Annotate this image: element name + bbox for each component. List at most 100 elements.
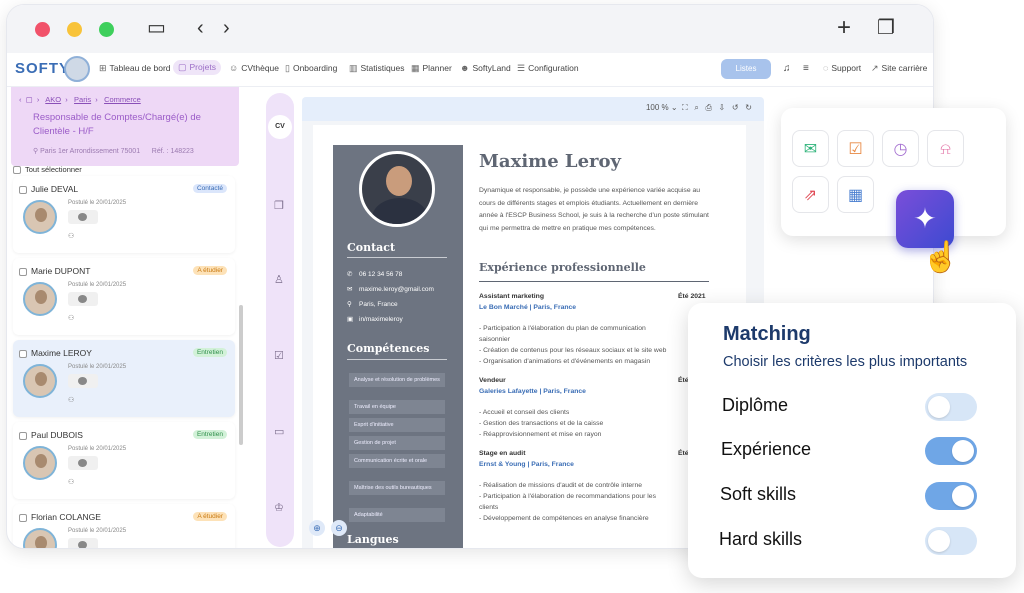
toggle-knob	[928, 530, 950, 552]
job-bullet: - Gestion des transactions et de la cais…	[479, 420, 604, 427]
people-icon[interactable]: ⚇	[68, 478, 74, 486]
checklist-icon[interactable]: ☑	[274, 349, 284, 362]
support-link[interactable]: ◌ Support	[823, 63, 861, 73]
task-icon[interactable]: ☑	[837, 130, 874, 167]
chat-icon: ◌	[823, 63, 829, 73]
top-navbar: SOFTY ⊞ Tableau de bord ▢ Projets ☺ CVthèqu…	[7, 53, 933, 87]
user-icon[interactable]: ♙	[274, 273, 284, 286]
criterion-toggle[interactable]	[925, 482, 977, 510]
people-icon[interactable]: ⚇	[68, 396, 74, 404]
database-icon[interactable]: ≡	[803, 63, 809, 74]
criterion-toggle[interactable]	[925, 527, 977, 555]
zoom-out-icon[interactable]: ⊖	[331, 520, 347, 536]
candidate-checkbox[interactable]	[19, 267, 27, 276]
zoom-in-icon[interactable]: ⊕	[309, 520, 325, 536]
nav-configuration[interactable]: ☰ Configuration	[517, 63, 579, 74]
cv-name: Maxime Leroy	[479, 151, 621, 172]
back-icon[interactable]: ‹	[197, 18, 204, 38]
location-pin-icon: ⚲	[347, 301, 352, 308]
criterion-toggle[interactable]	[925, 393, 977, 421]
rotate-right-icon[interactable]: ↻	[745, 103, 752, 112]
bell-icon[interactable]: ♫	[783, 63, 791, 74]
badge-icon[interactable]: ♔	[274, 501, 284, 514]
nav-softyland[interactable]: ☻ SoftyLand	[460, 63, 511, 73]
nav-cvtheque[interactable]: ☺ CVthèque	[229, 63, 279, 73]
job-role: Assistant marketing	[479, 293, 544, 300]
nav-projects[interactable]: ▢ Projets	[173, 60, 221, 75]
job-title: Responsable de Comptes/Chargé(e) de Clie…	[33, 112, 201, 137]
fullscreen-icon[interactable]: ⛶	[682, 103, 688, 112]
chevron-down-icon[interactable]: ⌄	[671, 103, 678, 112]
applied-date: Postulé le 20/01/2025	[68, 282, 127, 288]
select-all-checkbox[interactable]	[13, 166, 21, 175]
document-icon[interactable]	[68, 210, 98, 224]
listes-button[interactable]: Listes	[721, 59, 771, 79]
breadcrumb-paris[interactable]: Paris	[74, 95, 91, 104]
bell-icon[interactable]: ⍾	[927, 130, 964, 167]
print-icon[interactable]: ⎙	[705, 103, 711, 112]
user-avatar[interactable]	[64, 56, 90, 82]
list-scrollbar[interactable]	[239, 305, 243, 445]
nav-planner[interactable]: ▦ Planner	[411, 63, 452, 74]
candidate-checkbox[interactable]	[19, 185, 27, 194]
career-site-link[interactable]: ↗ Site carrière	[871, 63, 927, 74]
candidate-checkbox[interactable]	[19, 349, 27, 358]
tabs-icon[interactable]: ❐	[877, 18, 895, 38]
candidate-card[interactable]: Florian COLANGE A étudier Postulé le 20/01…	[13, 504, 235, 548]
chevron-left-icon[interactable]: ‹	[19, 95, 22, 104]
job-bullet: - Réapprovisionnement et mise en rayon	[479, 431, 602, 438]
job-bullet: - Développement de compétences en analys…	[479, 515, 649, 522]
job-bullet: - Organisation d'animations et d'événeme…	[479, 358, 651, 365]
grid-icon: ⊞	[99, 63, 107, 73]
zoom-level[interactable]: 100 %	[646, 103, 669, 112]
copy-icon[interactable]: ❐	[274, 199, 284, 212]
candidate-name: Florian COLANGE	[19, 512, 101, 522]
breadcrumb-commerce[interactable]: Commerce	[104, 95, 141, 104]
document-icon[interactable]	[68, 374, 98, 388]
sidebar-icon[interactable]: ▭	[147, 18, 166, 38]
applied-date: Postulé le 20/01/2025	[68, 364, 127, 370]
tab-cv[interactable]: CV	[268, 115, 292, 139]
download-icon[interactable]: ⇩	[719, 103, 726, 112]
new-tab-icon[interactable]: +	[837, 16, 851, 40]
share-profile-icon[interactable]: ⇗	[792, 176, 829, 213]
ai-sparkle-button[interactable]: ✦	[896, 190, 954, 248]
breadcrumb-ako[interactable]: AKO	[45, 95, 61, 104]
nav-dashboard[interactable]: ⊞ Tableau de bord	[99, 63, 171, 74]
candidate-name: Paul DUBOIS	[19, 430, 83, 440]
candidate-card[interactable]: Maxime LEROY Entretien Postulé le 20/01/20…	[13, 340, 235, 417]
maximize-dot[interactable]	[99, 22, 114, 37]
rotate-left-icon[interactable]: ↺	[732, 103, 739, 112]
job-bullet: - Création de contenus pour les réseaux …	[479, 347, 667, 354]
comment-icon[interactable]: ▭	[274, 425, 284, 438]
contact-city: ⚲ Paris, France	[347, 301, 398, 308]
mail-icon: ✉	[347, 286, 353, 293]
select-all[interactable]: Tout sélectionner	[13, 165, 82, 175]
document-icon[interactable]	[68, 292, 98, 306]
document-icon[interactable]	[68, 538, 98, 548]
mail-icon[interactable]: ✉	[792, 130, 829, 167]
document-icon[interactable]	[68, 456, 98, 470]
calendar-icon[interactable]: ▦	[837, 176, 874, 213]
close-dot[interactable]	[35, 22, 50, 37]
candidate-checkbox[interactable]	[19, 431, 27, 440]
minimize-dot[interactable]	[67, 22, 82, 37]
job-meta: ⚲ Paris 1er Arrondissement 75001 Réf. : …	[33, 148, 194, 155]
candidate-card[interactable]: Marie DUPONT A étudier Postulé le 20/01/20…	[13, 258, 235, 335]
people-icon[interactable]: ⚇	[68, 314, 74, 322]
forward-icon[interactable]: ›	[223, 18, 230, 38]
criterion-toggle[interactable]	[925, 437, 977, 465]
toggle-knob	[928, 396, 950, 418]
people-icon[interactable]: ⚇	[68, 232, 74, 240]
schedule-icon[interactable]: ◷	[882, 130, 919, 167]
applied-date: Postulé le 20/01/2025	[68, 528, 127, 534]
nav-statistics[interactable]: ▥ Statistiques	[349, 63, 404, 74]
cv-intro: Dynamique et responsable, je possède une…	[479, 187, 709, 232]
candidate-card[interactable]: Paul DUBOIS Entretien Postulé le 20/01/202…	[13, 422, 235, 499]
search-icon[interactable]: ⌕	[694, 103, 698, 112]
phone-icon: ✆	[347, 271, 353, 278]
candidate-checkbox[interactable]	[19, 513, 27, 522]
nav-onboarding[interactable]: ▯ Onboarding	[285, 63, 337, 74]
candidate-card[interactable]: Julie DEVAL Contacté Postulé le 20/01/2025…	[13, 176, 235, 253]
criterion-label: Hard skills	[719, 529, 803, 549]
